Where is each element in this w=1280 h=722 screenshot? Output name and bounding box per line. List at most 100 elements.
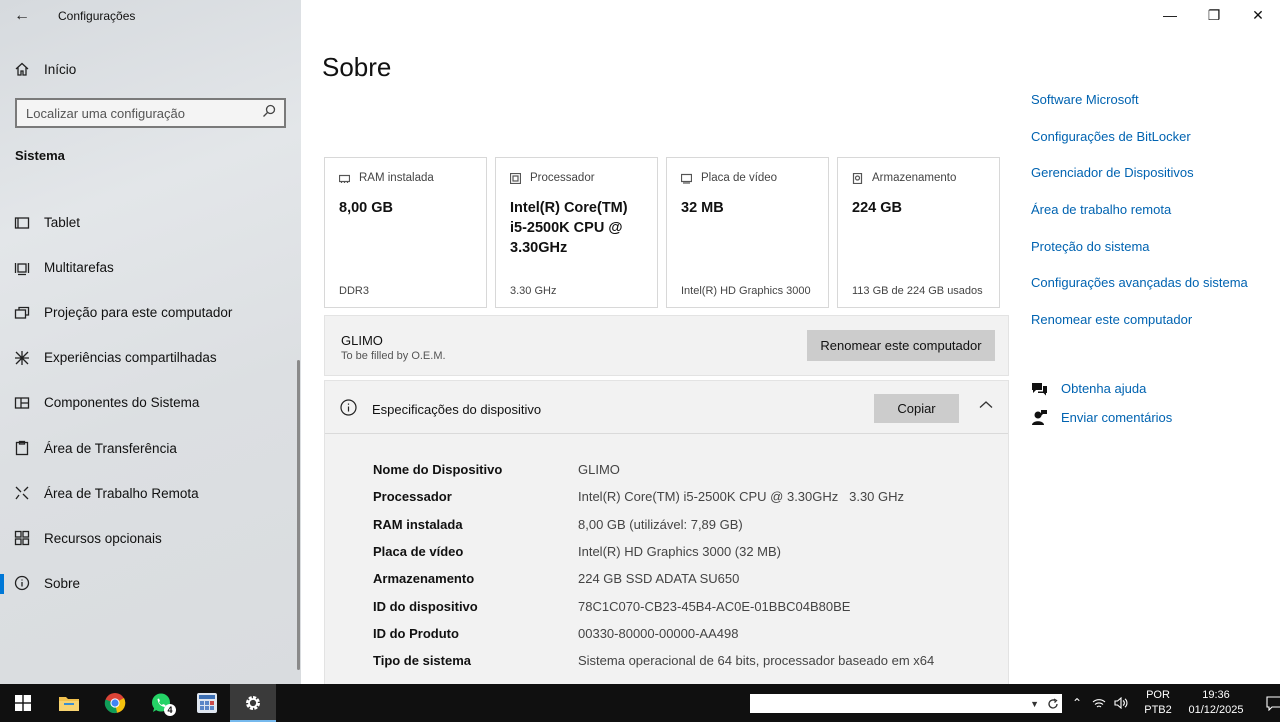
spec-row: Processador Intel(R) Core(TM) i5-2500K C…: [373, 483, 934, 510]
copy-button[interactable]: Copiar: [874, 394, 959, 423]
link-advanced-system-settings[interactable]: Configurações avançadas do sistema: [1031, 273, 1248, 310]
taskbar-chrome[interactable]: [92, 684, 138, 722]
taskbar-calculator-app[interactable]: [184, 684, 230, 722]
get-help-link[interactable]: Obtenha ajuda: [1031, 374, 1172, 403]
sidebar-item-projection[interactable]: Projeção para este computador: [0, 290, 301, 335]
link-bitlocker[interactable]: Configurações de BitLocker: [1031, 127, 1248, 164]
app-grid-icon: [197, 693, 217, 713]
taskbar-settings[interactable]: [230, 684, 276, 722]
restore-button[interactable]: ❐: [1192, 0, 1236, 30]
specs-header[interactable]: Especificações do dispositivo Copiar: [325, 381, 1008, 434]
link-rename-pc[interactable]: Renomear este computador: [1031, 310, 1248, 347]
sidebar-item-multitasking[interactable]: Multitarefas: [0, 245, 301, 290]
minimize-button[interactable]: —: [1148, 0, 1192, 30]
spec-row: Tipo de sistema Sistema operacional de 6…: [373, 647, 934, 674]
app-title: Configurações: [58, 9, 136, 23]
chevron-up-icon[interactable]: ⌃: [1066, 696, 1088, 710]
search-input[interactable]: [26, 105, 262, 121]
remote-desktop-icon: [0, 485, 44, 501]
taskbar-search-field[interactable]: ▼: [750, 694, 1062, 713]
back-button[interactable]: ←: [0, 0, 44, 32]
device-name-panel: GLIMO To be filled by O.E.M. Renomear es…: [324, 315, 1009, 376]
refresh-icon[interactable]: [1047, 697, 1059, 710]
projection-icon: [0, 305, 44, 321]
help-section: Obtenha ajuda Enviar comentários: [1031, 374, 1172, 432]
spec-value: Intel(R) HD Graphics 3000 (32 MB): [578, 544, 782, 560]
summary-cards: RAM instalada 8,00 GB DDR3 Processador I…: [324, 157, 1000, 308]
chevron-down-icon[interactable]: ▼: [1030, 699, 1039, 709]
taskbar-file-explorer[interactable]: [46, 684, 92, 722]
chevron-up-icon[interactable]: [978, 397, 994, 413]
sidebar: ← Configurações Início Sistema Tablet Mu…: [0, 0, 301, 684]
feedback-link[interactable]: Enviar comentários: [1031, 403, 1172, 432]
window-controls: — ❐ ✕: [1148, 0, 1280, 30]
notification-badge: 4: [164, 704, 176, 716]
folder-icon: [59, 697, 79, 711]
card-header: RAM instalada: [359, 172, 434, 184]
language-code: POR: [1146, 689, 1170, 701]
card-processor: Processador Intel(R) Core(TM) i5-2500K C…: [495, 157, 658, 308]
taskbar: 4 ▼ ⌃ POR PTB2 19:36 01/12/2025: [0, 684, 1280, 722]
nav-list: Tablet Multitarefas Projeção para este c…: [0, 200, 301, 606]
network-icon[interactable]: [1088, 697, 1110, 709]
spec-key: ID do Produto: [373, 625, 459, 641]
sidebar-item-remote-desktop[interactable]: Área de Trabalho Remota: [0, 471, 301, 516]
card-header: Armazenamento: [872, 172, 957, 184]
info-icon: [340, 399, 357, 416]
spec-value: 00330-80000-00000-AA498: [578, 625, 739, 641]
sidebar-item-clipboard[interactable]: Área de Transferência: [0, 425, 301, 470]
back-arrow-icon: ←: [14, 7, 30, 24]
start-button[interactable]: [0, 684, 46, 722]
device-manufacturer: To be filled by O.E.M.: [341, 350, 446, 362]
link-system-protection[interactable]: Proteção do sistema: [1031, 237, 1248, 274]
sidebar-item-system-components[interactable]: Componentes do Sistema: [0, 380, 301, 425]
card-footer: 113 GB de 224 GB usados: [852, 285, 983, 297]
taskbar-whatsapp[interactable]: 4: [138, 684, 184, 722]
related-settings: Software Microsoft Configurações de BitL…: [1031, 90, 1248, 347]
storage-icon: [852, 172, 863, 184]
home-icon: [0, 61, 44, 77]
input-language[interactable]: POR PTB2: [1138, 688, 1178, 718]
nav-home[interactable]: Início: [0, 52, 301, 86]
clock[interactable]: 19:36 01/12/2025: [1182, 688, 1250, 718]
card-value: 32 MB: [681, 200, 724, 216]
sidebar-item-label: Área de Transferência: [44, 440, 177, 456]
spec-value: 224 GB SSD ADATA SU650: [578, 571, 740, 587]
device-specs-panel: Especificações do dispositivo Copiar Nom…: [324, 380, 1009, 690]
sidebar-item-tablet[interactable]: Tablet: [0, 200, 301, 245]
link-remote-desktop[interactable]: Área de trabalho remota: [1031, 200, 1248, 237]
windows-logo-icon: [15, 695, 31, 711]
spec-value: GLIMO: [578, 462, 620, 478]
sidebar-item-label: Experiências compartilhadas: [44, 350, 217, 366]
search-box[interactable]: [15, 98, 286, 128]
sidebar-scrollbar[interactable]: [297, 360, 300, 670]
shared-experiences-icon: [0, 350, 44, 366]
spec-value: Sistema operacional de 64 bits, processa…: [578, 653, 935, 669]
gear-icon: [246, 696, 260, 710]
main-content: — ❐ ✕ Sobre RAM instalada 8,00 GB DDR3 P…: [301, 0, 1280, 690]
feedback-icon: [1032, 410, 1047, 425]
card-ram: RAM instalada 8,00 GB DDR3: [324, 157, 487, 308]
clock-date: 01/12/2025: [1188, 704, 1244, 716]
card-value: 224 GB: [852, 200, 902, 216]
notification-icon: [1266, 695, 1280, 711]
sidebar-item-about[interactable]: Sobre: [0, 561, 301, 606]
section-label: Sistema: [15, 148, 65, 163]
volume-icon[interactable]: [1110, 697, 1132, 709]
info-icon: [0, 575, 44, 591]
sidebar-item-optional-features[interactable]: Recursos opcionais: [0, 516, 301, 561]
link-microsoft-software[interactable]: Software Microsoft: [1031, 90, 1248, 127]
close-icon: ✕: [1252, 6, 1264, 23]
rename-pc-button[interactable]: Renomear este computador: [807, 330, 995, 361]
get-help-label: Obtenha ajuda: [1061, 381, 1147, 396]
card-footer: DDR3: [339, 285, 369, 297]
sidebar-item-label: Componentes do Sistema: [44, 395, 200, 411]
close-button[interactable]: ✕: [1236, 0, 1280, 30]
sidebar-item-label: Recursos opcionais: [44, 530, 162, 546]
system-tray: ⌃ POR PTB2 19:36 01/12/2025: [1066, 684, 1280, 722]
spec-row: Armazenamento 224 GB SSD ADATA SU650: [373, 565, 934, 592]
link-device-manager[interactable]: Gerenciador de Dispositivos: [1031, 163, 1248, 200]
action-center-button[interactable]: [1252, 695, 1280, 711]
card-graphics: Placa de vídeo 32 MB Intel(R) HD Graphic…: [666, 157, 829, 308]
sidebar-item-shared-experiences[interactable]: Experiências compartilhadas: [0, 335, 301, 380]
